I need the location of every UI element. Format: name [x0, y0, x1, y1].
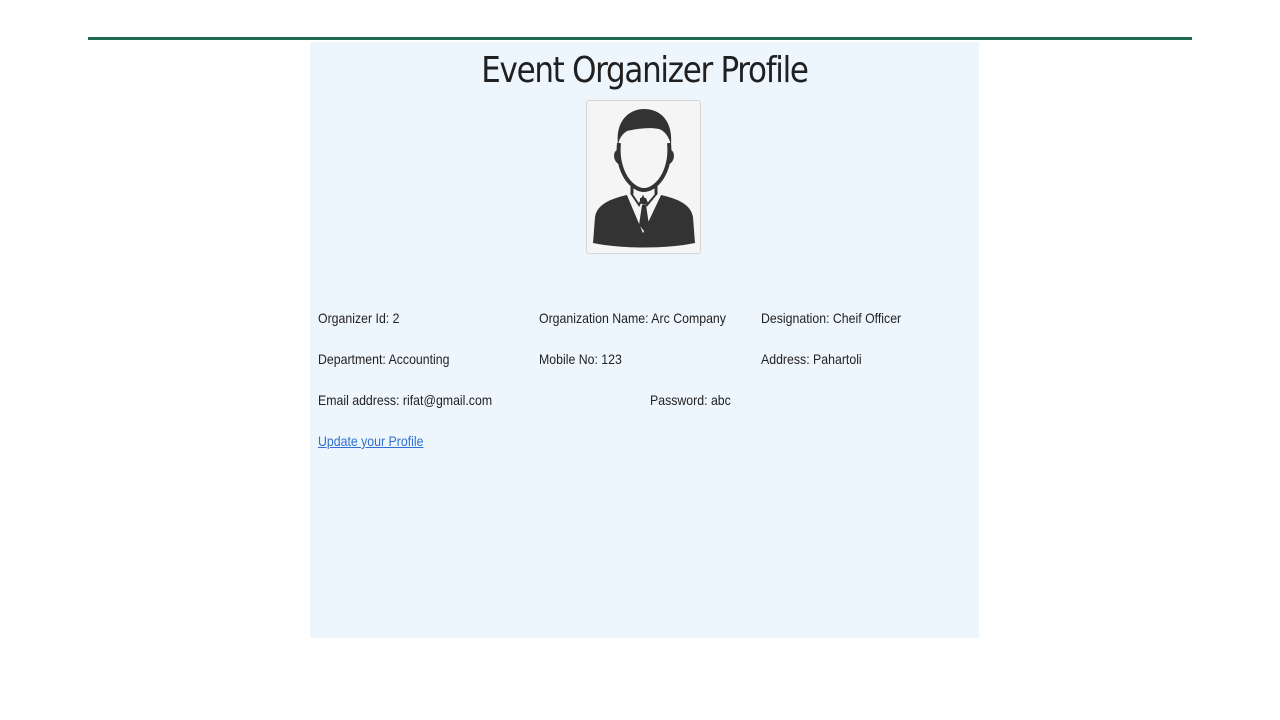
mobile-number: Mobile No: 123: [539, 351, 622, 367]
department: Department: Accounting: [318, 351, 450, 367]
address: Address: Pahartoli: [761, 351, 862, 367]
avatar: [586, 100, 701, 254]
email-address: Email address: rifat@gmail.com: [318, 392, 493, 408]
profile-panel: Event Organizer Profile Organizer Id: 2 …: [310, 42, 979, 638]
organization-name: Organization Name: Arc Company: [539, 310, 726, 326]
password: Password: abc: [650, 392, 731, 408]
businessman-avatar-icon: [593, 109, 695, 248]
page-title: Event Organizer Profile: [481, 50, 809, 91]
update-profile-link[interactable]: Update your Profile: [318, 432, 423, 450]
designation: Designation: Cheif Officer: [761, 310, 902, 326]
organizer-id: Organizer Id: 2: [318, 310, 400, 326]
header-divider: [88, 37, 1192, 40]
